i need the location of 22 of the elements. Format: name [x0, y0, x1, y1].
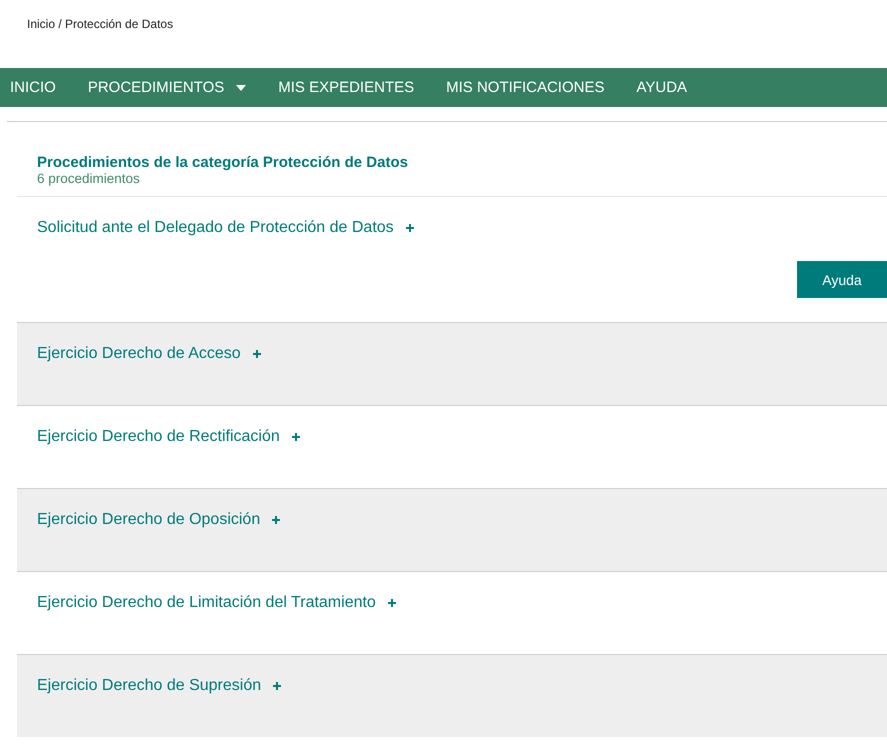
plus-icon [272, 516, 280, 524]
procedure-count: 6 procedimientos [37, 171, 141, 186]
procedure-link[interactable]: Ejercicio Derecho de Limitación del Tratamiento [37, 594, 396, 612]
procedure-link[interactable]: Ejercicio Derecho de Rectificación [37, 428, 300, 446]
nav-link[interactable]: PROCEDIMIENTOS [88, 79, 246, 96]
category-title: Procedimientos de la categoría Protección de Datos [37, 154, 409, 171]
plus-icon [252, 350, 261, 358]
procedure-link[interactable]: Solicitud ante el Delegado de Protección de Datos [37, 219, 414, 237]
plus-icon [292, 433, 300, 441]
plus-icon [388, 599, 396, 607]
nav-link[interactable]: INICIO [10, 79, 56, 96]
plus-icon [406, 224, 414, 232]
help-button[interactable]: Ayuda [797, 261, 887, 298]
nav-link[interactable]: MIS EXPEDIENTES [278, 79, 414, 96]
procedure-link[interactable]: Ejercicio Derecho de Supresión [37, 677, 282, 695]
breadcrumb: Inicio / Protección de Datos [26, 16, 174, 33]
nav-link[interactable]: MIS NOTIFICACIONES [446, 79, 604, 96]
nav-link[interactable]: AYUDA [636, 79, 688, 96]
procedure-link[interactable]: Ejercicio Derecho de Acceso [37, 345, 261, 363]
caret-icon [236, 84, 246, 90]
procedure-link[interactable]: Ejercicio Derecho de Oposición [37, 511, 280, 529]
plus-icon [273, 682, 282, 690]
